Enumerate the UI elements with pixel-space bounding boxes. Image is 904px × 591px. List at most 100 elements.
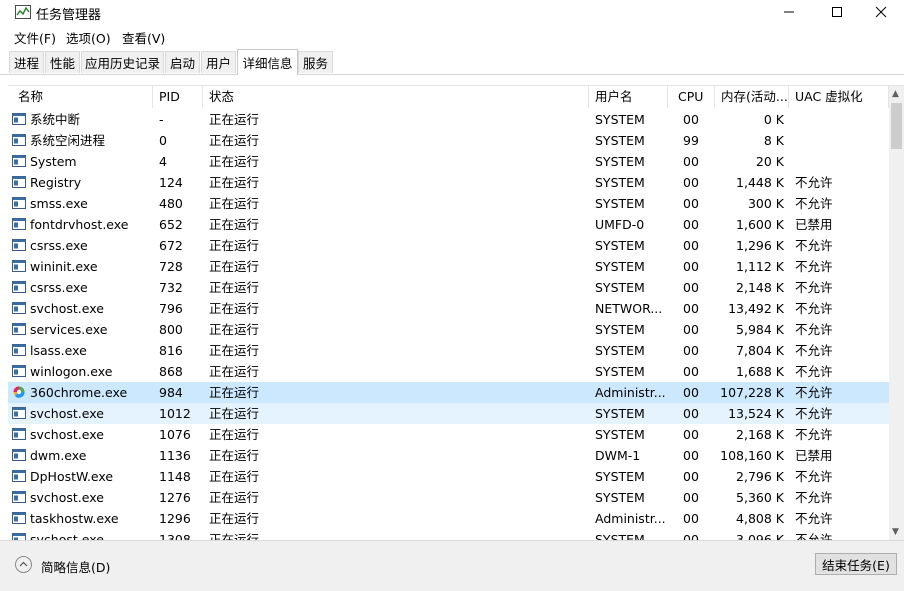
table-row[interactable]: csrss.exe 732 正在运行 SYSTEM 00 2,148 K 不允许 xyxy=(8,277,889,298)
table-row[interactable]: smss.exe 480 正在运行 SYSTEM 00 300 K 不允许 xyxy=(8,193,889,214)
cell-cpu: 00 xyxy=(683,406,699,421)
cell-user: Administr... xyxy=(595,385,665,400)
menu-options[interactable]: 选项(O) xyxy=(66,28,111,47)
cell-status: 正在运行 xyxy=(209,511,260,526)
tab-processes[interactable]: 进程 xyxy=(9,51,44,73)
scroll-up-icon[interactable]: ▲ xyxy=(892,89,899,99)
cell-user: SYSTEM xyxy=(595,196,645,211)
table-header: 名称 PID ^ 状态 用户名 CPU 内存(活动... UAC 虚拟化 xyxy=(8,86,889,108)
table-row[interactable]: 系统中断 - 正在运行 SYSTEM 00 0 K xyxy=(8,109,889,130)
cell-user: SYSTEM xyxy=(595,112,645,127)
table-row[interactable]: Registry 124 正在运行 SYSTEM 00 1,448 K 不允许 xyxy=(8,172,889,193)
cell-status: 正在运行 xyxy=(209,301,260,316)
cell-user: NETWOR... xyxy=(595,301,663,316)
process-icon xyxy=(12,260,26,272)
table-row[interactable]: svchost.exe 1276 正在运行 SYSTEM 00 5,360 K 不允许 xyxy=(8,487,889,508)
cell-pid: 732 xyxy=(159,280,183,295)
cell-user: SYSTEM xyxy=(595,133,645,148)
menu-file[interactable]: 文件(F) xyxy=(14,28,56,47)
tab-app-history[interactable]: 应用历史记录 xyxy=(81,51,164,73)
process-icon xyxy=(12,155,26,167)
menu-view[interactable]: 查看(V) xyxy=(122,28,165,47)
table-row[interactable]: lsass.exe 816 正在运行 SYSTEM 00 7,804 K 不允许 xyxy=(8,340,889,361)
cell-user: SYSTEM xyxy=(595,175,645,190)
cell-user: SYSTEM xyxy=(595,259,645,274)
cell-uac: 不允许 xyxy=(795,196,833,211)
cell-pid: 652 xyxy=(159,217,183,232)
table-row[interactable]: services.exe 800 正在运行 SYSTEM 00 5,984 K 不允许 xyxy=(8,319,889,340)
cell-uac: 不允许 xyxy=(795,511,833,526)
cell-user: SYSTEM xyxy=(595,427,645,442)
cell-status: 正在运行 xyxy=(209,217,260,232)
cell-uac: 不允许 xyxy=(795,238,833,253)
minimize-icon xyxy=(784,11,794,13)
process-icon xyxy=(12,428,26,440)
cell-uac xyxy=(795,109,875,130)
cell-uac: 不允许 xyxy=(795,343,833,358)
table-row[interactable]: 系统空闲进程 0 正在运行 SYSTEM 99 8 K xyxy=(8,130,889,151)
table-row[interactable]: dwm.exe 1136 正在运行 DWM-1 00 108,160 K 已禁用 xyxy=(8,445,889,466)
fewer-details-link[interactable]: 简略信息(D) xyxy=(41,557,110,576)
table-row[interactable]: System 4 正在运行 SYSTEM 00 20 K xyxy=(8,151,889,172)
tab-users[interactable]: 用户 xyxy=(201,51,236,73)
tab-performance[interactable]: 性能 xyxy=(45,51,80,73)
process-icon xyxy=(12,491,26,503)
cell-pid: 796 xyxy=(159,301,183,316)
process-icon xyxy=(12,239,26,251)
process-icon xyxy=(12,218,26,230)
column-header-cpu[interactable]: CPU xyxy=(668,86,715,108)
cell-name: 系统空闲进程 xyxy=(30,133,106,148)
cell-cpu: 00 xyxy=(683,385,699,400)
maximize-button[interactable] xyxy=(814,0,860,24)
table-row[interactable]: svchost.exe 796 正在运行 NETWOR... 00 13,492 K 不允许 xyxy=(8,298,889,319)
table-row[interactable]: taskhostw.exe 1296 正在运行 Administr... 00 4,808… xyxy=(8,508,889,529)
minimize-button[interactable] xyxy=(766,0,812,24)
tab-details[interactable]: 详细信息 xyxy=(237,49,298,75)
process-icon xyxy=(12,302,26,314)
column-header-memory[interactable]: 内存(活动... xyxy=(715,86,789,108)
collapse-details-icon[interactable] xyxy=(15,556,32,573)
column-header-user[interactable]: 用户名 xyxy=(589,86,668,108)
cell-name: fontdrvhost.exe xyxy=(30,217,129,232)
close-button[interactable] xyxy=(858,0,904,24)
cell-uac: 不允许 xyxy=(795,364,833,379)
end-task-button[interactable]: 结束任务(E) xyxy=(815,553,897,575)
process-icon xyxy=(12,449,26,461)
cell-name: smss.exe xyxy=(30,196,88,211)
table-row[interactable]: svchost.exe 1076 正在运行 SYSTEM 00 2,168 K 不允许 xyxy=(8,424,889,445)
cell-uac xyxy=(795,130,875,151)
cell-uac: 不允许 xyxy=(795,406,833,421)
table-row[interactable]: fontdrvhost.exe 652 正在运行 UMFD-0 00 1,600 K 已禁用 xyxy=(8,214,889,235)
cell-mem: 13,524 K xyxy=(728,406,784,421)
cell-mem: 0 K xyxy=(763,112,784,127)
cell-status: 正在运行 xyxy=(209,385,260,400)
details-table: 名称 PID ^ 状态 用户名 CPU 内存(活动... UAC 虚拟化 系统中… xyxy=(8,85,904,541)
cell-status: 正在运行 xyxy=(209,427,260,442)
chrome-icon xyxy=(13,386,25,398)
table-row[interactable]: DpHostW.exe 1148 正在运行 SYSTEM 00 2,796 K 不允许 xyxy=(8,466,889,487)
scroll-thumb[interactable] xyxy=(891,103,902,149)
cell-pid: 984 xyxy=(159,385,183,400)
table-row[interactable]: wininit.exe 728 正在运行 SYSTEM 00 1,112 K 不允许 xyxy=(8,256,889,277)
scroll-down-icon[interactable]: ▼ xyxy=(892,527,899,537)
cell-uac: 不允许 xyxy=(795,280,833,295)
cell-cpu: 00 xyxy=(683,448,699,463)
cell-cpu: 00 xyxy=(683,154,699,169)
table-row[interactable]: svchost.exe 1012 正在运行 SYSTEM 00 13,524 K 不允许 xyxy=(8,403,889,424)
vertical-scrollbar[interactable]: ▲ ▼ xyxy=(889,86,904,541)
table-row[interactable]: winlogon.exe 868 正在运行 SYSTEM 00 1,688 K 不允许 xyxy=(8,361,889,382)
cell-name: 360chrome.exe xyxy=(30,385,128,400)
process-icon xyxy=(12,134,26,146)
cell-name: lsass.exe xyxy=(30,343,87,358)
tab-startup[interactable]: 启动 xyxy=(165,51,200,73)
tab-services[interactable]: 服务 xyxy=(298,51,333,73)
cell-pid: 816 xyxy=(159,343,183,358)
cell-user: SYSTEM xyxy=(595,406,645,421)
column-header-name[interactable]: 名称 xyxy=(8,86,153,108)
column-header-uac[interactable]: UAC 虚拟化 xyxy=(789,86,889,108)
table-row[interactable]: 360chrome.exe 984 正在运行 Administr... 00 107,22… xyxy=(8,382,889,403)
table-row[interactable]: csrss.exe 672 正在运行 SYSTEM 00 1,296 K 不允许 xyxy=(8,235,889,256)
cell-cpu: 00 xyxy=(683,280,699,295)
cell-uac: 不允许 xyxy=(795,322,833,337)
column-header-status[interactable]: 状态 xyxy=(203,86,589,108)
